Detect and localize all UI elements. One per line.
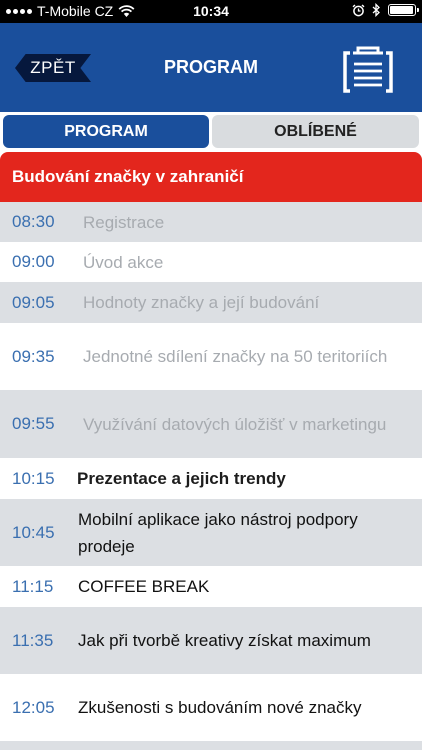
- schedule-time: 09:00: [12, 252, 55, 271]
- status-right: [352, 3, 419, 17]
- app-header: ZPĚT PROGRAM: [0, 23, 422, 112]
- schedule-title: COFFEE BREAK: [78, 577, 210, 596]
- schedule-time: 10:45: [12, 522, 55, 542]
- schedule-title: Zkušenosti s budováním nové značky: [78, 698, 362, 717]
- tab-program[interactable]: PROGRAM: [3, 115, 209, 148]
- schedule-time: 10:15: [12, 468, 55, 488]
- alarm-icon: [352, 3, 365, 16]
- schedule-title: Využívání datových úložišť v marketingu: [83, 414, 387, 434]
- schedule-time: 09:35: [12, 346, 55, 366]
- schedule-time: 09:55: [12, 414, 55, 433]
- schedule-title: Prezentace a jejich trendy: [77, 469, 286, 488]
- schedule-title: Jednotné sdílení značky na 50 teritoriíc…: [83, 347, 388, 366]
- schedule-row[interactable]: 09:55 Využívání datových úložišť v marke…: [0, 390, 422, 458]
- schedule-title: Registrace: [83, 212, 165, 232]
- bluetooth-icon: [372, 3, 380, 17]
- schedule-row-current[interactable]: 10:15 Prezentace a jejich trendy: [0, 458, 422, 499]
- tab-bar: PROGRAM OBLÍBENÉ: [0, 112, 422, 152]
- schedule-row[interactable]: 09:00 Úvod akce: [0, 242, 422, 282]
- schedule-title: Mobilní aplikace jako nástroj podpory pr…: [78, 509, 358, 556]
- schedule-row[interactable]: 11:15 COFFEE BREAK: [0, 566, 422, 607]
- status-bar: T-Mobile CZ 10:34: [0, 0, 422, 23]
- schedule-row[interactable]: 11:35 Jak při tvorbě kreativy získat max…: [0, 607, 422, 674]
- schedule-time: 11:15: [12, 576, 54, 596]
- schedule-time: 11:35: [12, 630, 54, 650]
- schedule-row[interactable]: 08:30 Registrace: [0, 202, 422, 242]
- clipboard-icon[interactable]: [340, 43, 396, 95]
- schedule-row[interactable]: 09:35 Jednotné sdílení značky na 50 teri…: [0, 323, 422, 390]
- schedule-row[interactable]: 09:05 Hodnoty značky a její budování: [0, 282, 422, 323]
- schedule-time: 12:05: [12, 697, 55, 717]
- schedule-title: Úvod akce: [83, 252, 164, 272]
- schedule-row-partial: [0, 741, 422, 750]
- schedule-title: Jak při tvorbě kreativy získat maximum: [78, 631, 371, 650]
- battery-icon: [388, 4, 419, 16]
- schedule-title: Hodnoty značky a její budování: [83, 293, 320, 312]
- schedule-row[interactable]: 12:05 Zkušenosti s budováním nové značky: [0, 674, 422, 741]
- section-header[interactable]: Budování značky v zahraničí: [0, 152, 422, 202]
- battery-fill: [390, 6, 413, 14]
- tab-favorites[interactable]: OBLÍBENÉ: [212, 115, 419, 148]
- schedule-time: 08:30: [12, 212, 55, 231]
- schedule-time: 09:05: [12, 292, 55, 312]
- schedule-row[interactable]: 10:45 Mobilní aplikace jako nástroj podp…: [0, 499, 422, 566]
